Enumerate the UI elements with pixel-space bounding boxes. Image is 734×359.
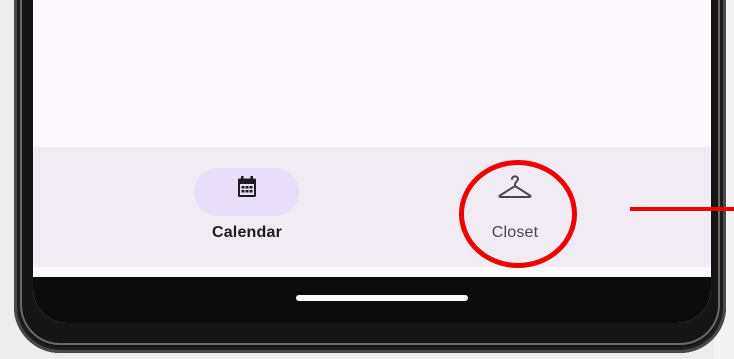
phone-screen: Calendar Closet — [33, 0, 711, 323]
nav-item-calendar[interactable]: Calendar — [167, 147, 327, 267]
bottom-navigation-bar: Calendar Closet — [33, 147, 711, 267]
screenshot-stage: Calendar Closet — [0, 0, 734, 359]
calendar-icon — [235, 174, 259, 200]
content-area — [33, 0, 711, 147]
home-indicator[interactable] — [296, 295, 468, 301]
nav-label-calendar: Calendar — [211, 224, 283, 241]
annotation-circle — [459, 160, 577, 268]
gesture-navigation-area — [33, 277, 711, 323]
annotation-arrow-line — [630, 207, 734, 211]
